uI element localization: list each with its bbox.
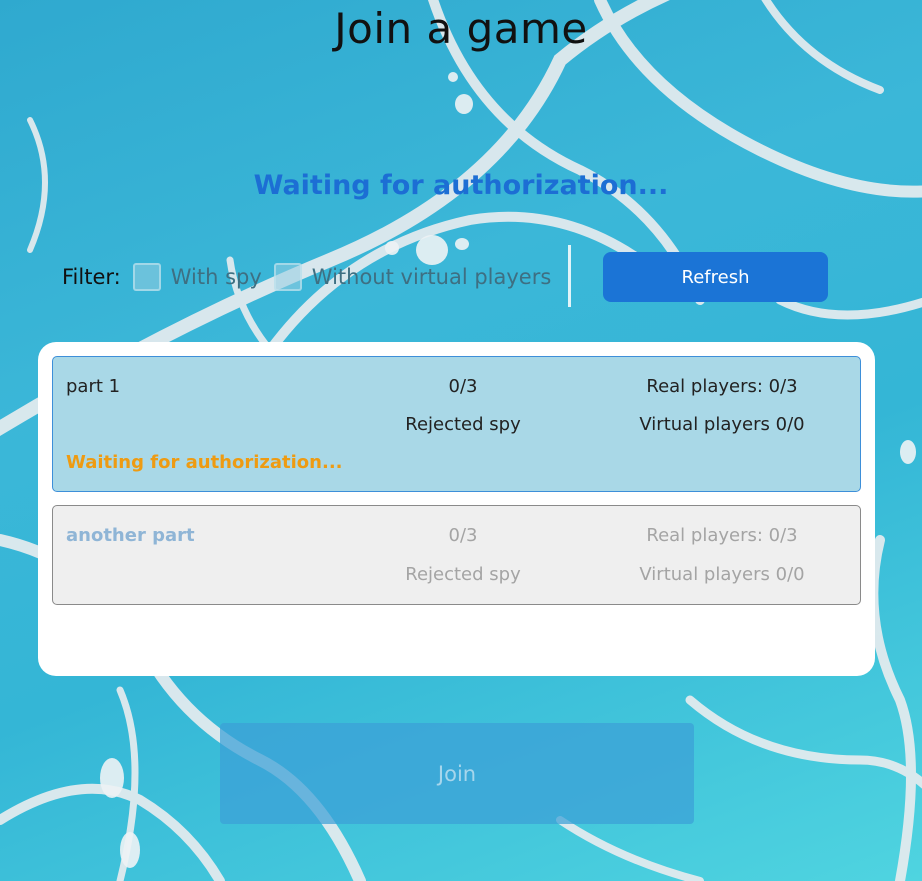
without-virtual-players-checkbox[interactable] bbox=[273, 263, 302, 291]
game-virtual-players: Virtual players 0/0 bbox=[639, 414, 805, 435]
game-real-players: Real players: 0/3 bbox=[646, 376, 798, 397]
join-button[interactable]: Join bbox=[220, 723, 694, 824]
game-status: Waiting for authorization... bbox=[66, 452, 343, 473]
game-real-players: Real players: 0/3 bbox=[646, 525, 798, 546]
filter-divider bbox=[568, 245, 571, 307]
game-name: another part bbox=[66, 525, 195, 546]
with-spy-checkbox[interactable] bbox=[132, 263, 161, 291]
join-game-screen: Join a game Waiting for authorization...… bbox=[0, 0, 922, 881]
game-player-count: 0/3 bbox=[448, 525, 478, 546]
filter-bar: Filter: With spy Without virtual players bbox=[62, 256, 563, 298]
game-spy-mode: Rejected spy bbox=[405, 414, 521, 435]
filter-label: Filter: bbox=[62, 265, 121, 289]
game-name: part 1 bbox=[66, 376, 121, 397]
refresh-button[interactable]: Refresh bbox=[603, 252, 828, 302]
with-spy-label[interactable]: With spy bbox=[171, 265, 262, 289]
game-virtual-players: Virtual players 0/0 bbox=[639, 564, 805, 585]
game-player-count: 0/3 bbox=[448, 376, 478, 397]
without-virtual-players-label[interactable]: Without virtual players bbox=[312, 265, 552, 289]
page-title: Join a game bbox=[334, 4, 588, 53]
authorization-status: Waiting for authorization... bbox=[253, 170, 669, 201]
game-list: part 1 0/3 Real players: 0/3 Rejected sp… bbox=[38, 342, 875, 676]
game-row[interactable]: another part 0/3 Real players: 0/3 Rejec… bbox=[52, 505, 861, 605]
game-spy-mode: Rejected spy bbox=[405, 564, 521, 585]
game-row-selected[interactable]: part 1 0/3 Real players: 0/3 Rejected sp… bbox=[52, 356, 861, 492]
